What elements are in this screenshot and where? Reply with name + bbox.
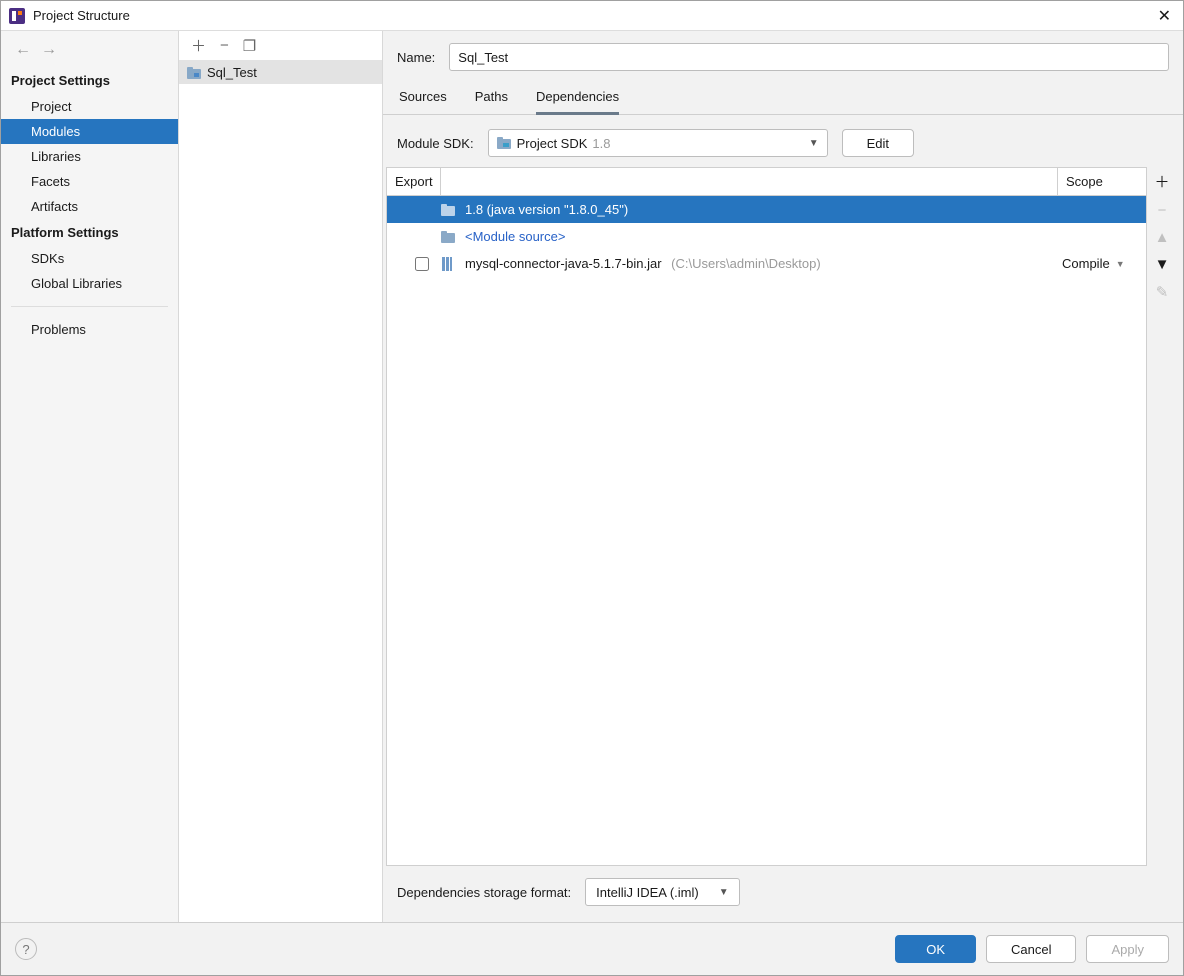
scope-chevron-icon: ▼ xyxy=(1116,259,1125,269)
sdk-version: 1.8 xyxy=(592,136,610,151)
back-arrow-icon[interactable]: ← xyxy=(15,41,31,59)
add-icon[interactable]: ＋ xyxy=(191,35,206,56)
col-export[interactable]: Export xyxy=(387,168,441,195)
dependencies-table: Export Scope 1.8 (java version "1.8.0_45… xyxy=(386,167,1147,866)
sidebar-item-facets[interactable]: Facets xyxy=(1,169,178,194)
dialog-footer: ? OK Cancel Apply xyxy=(1,922,1183,975)
sidebar-item-libraries[interactable]: Libraries xyxy=(1,144,178,169)
help-button[interactable]: ? xyxy=(15,938,37,960)
move-down-icon[interactable]: ▼ xyxy=(1155,256,1170,273)
sidebar-item-project[interactable]: Project xyxy=(1,94,178,119)
titlebar: Project Structure ✕ xyxy=(1,1,1183,31)
cancel-button[interactable]: Cancel xyxy=(986,935,1076,963)
sidebar-item-sdks[interactable]: SDKs xyxy=(1,246,178,271)
sidebar: ← → Project Settings Project Modules Lib… xyxy=(1,31,179,922)
storage-format-select[interactable]: IntelliJ IDEA (.iml) ▼ xyxy=(585,878,739,906)
col-scope[interactable]: Scope xyxy=(1058,168,1146,195)
sidebar-item-modules[interactable]: Modules xyxy=(1,119,178,144)
chevron-down-icon: ▼ xyxy=(719,887,729,898)
dep-sdk-label: 1.8 (java version "1.8.0_45") xyxy=(465,202,1058,217)
export-checkbox[interactable] xyxy=(403,257,441,271)
sdk-folder-icon xyxy=(497,137,511,149)
remove-dependency-icon[interactable]: − xyxy=(1158,202,1167,219)
edit-dependency-icon[interactable]: ✎ xyxy=(1156,283,1169,301)
sidebar-item-global-libraries[interactable]: Global Libraries xyxy=(1,271,178,296)
library-icon xyxy=(441,257,459,271)
dep-row-jar[interactable]: mysql-connector-java-5.1.7-bin.jar (C:\U… xyxy=(387,250,1146,277)
sidebar-item-problems[interactable]: Problems xyxy=(1,317,178,342)
sdk-select[interactable]: Project SDK 1.8 ▼ xyxy=(488,129,828,157)
remove-icon[interactable]: − xyxy=(220,37,229,54)
copy-icon[interactable]: ❐ xyxy=(243,37,256,55)
dialog-window: Project Structure ✕ ← → Project Settings… xyxy=(0,0,1184,976)
dep-jar-path: (C:\Users\admin\Desktop) xyxy=(671,256,821,271)
close-icon[interactable]: ✕ xyxy=(1154,6,1175,26)
dep-row-sdk[interactable]: 1.8 (java version "1.8.0_45") xyxy=(387,196,1146,223)
module-tree-panel: ＋ − ❐ Sql_Test xyxy=(179,31,383,922)
sidebar-item-artifacts[interactable]: Artifacts xyxy=(1,194,178,219)
source-folder-icon xyxy=(441,231,459,243)
content-panel: Name: Sources Paths Dependencies Module … xyxy=(383,31,1183,922)
window-title: Project Structure xyxy=(33,8,130,23)
dep-side-actions: ＋ − ▲ ▼ ✎ xyxy=(1147,167,1177,866)
sdk-label: Module SDK: xyxy=(397,136,474,151)
app-logo-icon xyxy=(9,8,25,24)
tree-module-label: Sql_Test xyxy=(207,65,257,80)
tab-sources[interactable]: Sources xyxy=(399,89,447,114)
section-project-settings: Project Settings xyxy=(1,67,178,94)
tree-toolbar: ＋ − ❐ xyxy=(179,31,382,61)
add-dependency-icon[interactable]: ＋ xyxy=(1154,171,1169,192)
nav-arrows: ← → xyxy=(1,39,178,67)
sdk-row-icon xyxy=(441,204,459,216)
col-name[interactable] xyxy=(441,168,1058,195)
sdk-value: Project SDK xyxy=(517,136,588,151)
storage-value: IntelliJ IDEA (.iml) xyxy=(596,885,699,900)
dep-jar-label: mysql-connector-java-5.1.7-bin.jar xyxy=(465,256,662,271)
dep-row-source[interactable]: <Module source> xyxy=(387,223,1146,250)
sidebar-divider xyxy=(11,306,168,307)
name-label: Name: xyxy=(397,50,435,65)
section-platform-settings: Platform Settings xyxy=(1,219,178,246)
ok-button[interactable]: OK xyxy=(895,935,976,963)
storage-label: Dependencies storage format: xyxy=(397,885,571,900)
tree-module-item[interactable]: Sql_Test xyxy=(179,61,382,84)
dep-source-label: <Module source> xyxy=(465,229,1058,244)
scope-value[interactable]: Compile xyxy=(1062,256,1110,271)
forward-arrow-icon[interactable]: → xyxy=(41,41,57,59)
tab-dependencies[interactable]: Dependencies xyxy=(536,89,619,115)
tab-paths[interactable]: Paths xyxy=(475,89,508,114)
module-folder-icon xyxy=(187,67,201,79)
chevron-down-icon: ▼ xyxy=(809,138,819,149)
apply-button[interactable]: Apply xyxy=(1086,935,1169,963)
module-name-input[interactable] xyxy=(449,43,1169,71)
sdk-edit-button[interactable]: Edit xyxy=(842,129,914,157)
tabs: Sources Paths Dependencies xyxy=(383,71,1183,115)
move-up-icon[interactable]: ▲ xyxy=(1155,229,1170,246)
